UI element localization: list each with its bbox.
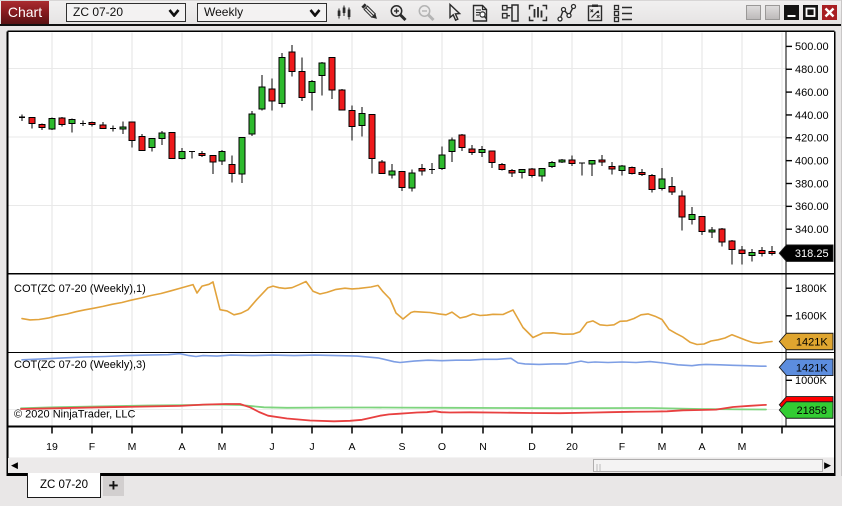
svg-text:A: A (178, 441, 185, 453)
svg-text:COT(ZC 07-20 (Weekly),1): COT(ZC 07-20 (Weekly),1) (14, 283, 146, 295)
svg-text:380.00: 380.00 (795, 178, 829, 190)
svg-text:M: M (738, 441, 747, 453)
svg-text:J: J (269, 441, 274, 453)
svg-text:O: O (438, 441, 446, 453)
svg-text:400.00: 400.00 (795, 155, 829, 167)
svg-text:500.00: 500.00 (795, 41, 829, 53)
svg-text:340.00: 340.00 (795, 224, 829, 236)
svg-text:D: D (528, 441, 536, 453)
svg-text:19: 19 (46, 441, 58, 453)
svg-text:M: M (218, 441, 227, 453)
svg-text:1421K: 1421K (796, 337, 828, 349)
svg-text:A: A (348, 441, 355, 453)
svg-text:440.00: 440.00 (795, 110, 829, 122)
svg-text:480.00: 480.00 (795, 64, 829, 76)
svg-text:1600K: 1600K (795, 311, 827, 323)
svg-text:21858: 21858 (796, 405, 827, 417)
svg-text:1000K: 1000K (795, 375, 827, 387)
svg-text:J: J (309, 441, 314, 453)
svg-text:F: F (89, 441, 95, 453)
svg-text:460.00: 460.00 (795, 87, 829, 99)
svg-text:© 2020 NinjaTrader, LLC: © 2020 NinjaTrader, LLC (14, 409, 135, 421)
svg-text:1421K: 1421K (796, 362, 828, 374)
svg-text:M: M (128, 441, 137, 453)
svg-text:20: 20 (566, 441, 578, 453)
svg-text:S: S (398, 441, 405, 453)
svg-text:318.25: 318.25 (795, 248, 829, 260)
svg-text:M: M (658, 441, 667, 453)
svg-text:420.00: 420.00 (795, 133, 829, 145)
svg-text:360.00: 360.00 (795, 201, 829, 213)
svg-text:1800K: 1800K (795, 283, 827, 295)
svg-text:A: A (698, 441, 705, 453)
svg-text:F: F (619, 441, 625, 453)
svg-text:N: N (479, 441, 487, 453)
svg-text:COT(ZC 07-20 (Weekly),3): COT(ZC 07-20 (Weekly),3) (14, 359, 146, 371)
